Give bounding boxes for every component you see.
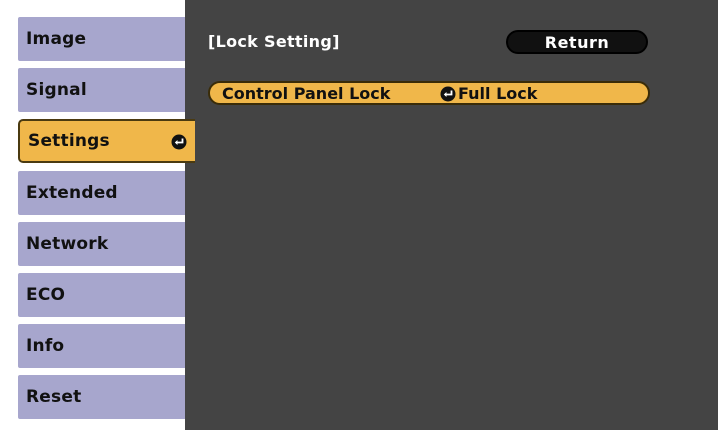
menu-item-reset[interactable]: Reset xyxy=(18,375,185,419)
menu-item-label: Image xyxy=(26,29,87,49)
menu-item-network[interactable]: Network xyxy=(18,222,185,266)
enter-arrow-icon xyxy=(440,86,456,101)
projector-osd-menu: Image Signal Settings Extended Network E… xyxy=(0,0,718,430)
menu-item-label: ECO xyxy=(26,285,66,305)
setting-label: Control Panel Lock xyxy=(222,84,391,103)
menu-item-extended[interactable]: Extended xyxy=(18,171,185,215)
page-title: [Lock Setting] xyxy=(208,32,340,51)
menu-item-eco[interactable]: ECO xyxy=(18,273,185,317)
menu-item-signal[interactable]: Signal xyxy=(18,68,185,112)
setting-row-control-panel-lock[interactable]: Control Panel Lock Full Lock xyxy=(208,81,650,105)
content-panel xyxy=(185,0,718,430)
setting-value: Full Lock xyxy=(440,84,537,103)
menu-item-settings[interactable]: Settings xyxy=(18,119,195,163)
return-button[interactable]: Return xyxy=(506,30,648,54)
enter-arrow-icon xyxy=(171,134,187,150)
menu-item-label: Extended xyxy=(26,183,118,203)
menu-item-label: Network xyxy=(26,234,109,254)
menu-item-label: Reset xyxy=(26,387,82,407)
menu-item-image[interactable]: Image xyxy=(18,17,185,61)
menu-item-label: Signal xyxy=(26,80,87,100)
return-button-label: Return xyxy=(544,32,610,52)
menu-item-label: Info xyxy=(26,336,65,356)
menu-item-label: Settings xyxy=(28,131,110,151)
main-menu: Image Signal Settings Extended Network E… xyxy=(0,0,200,430)
menu-item-info[interactable]: Info xyxy=(18,324,185,368)
setting-value-text: Full Lock xyxy=(458,84,538,103)
